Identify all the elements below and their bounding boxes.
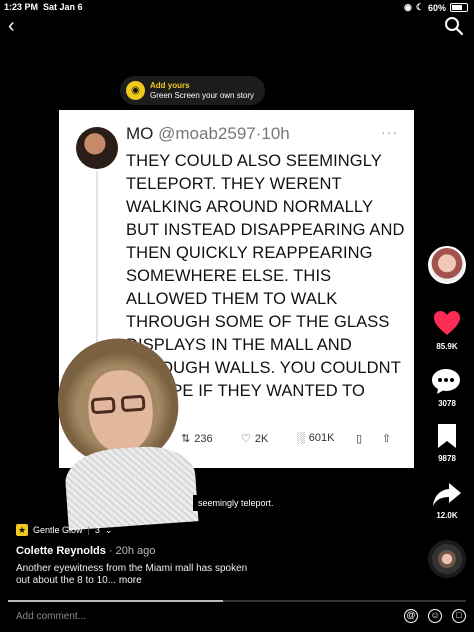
comment-count: 3078 (438, 399, 456, 408)
like-count: 85.9K (436, 342, 458, 351)
views-icon: ░ (297, 432, 305, 444)
effect-tag[interactable]: ★ Gentle Glow | 3 ⌄ (16, 524, 112, 536)
upload-icon: ⇧ (382, 433, 392, 445)
tweet-time: ·10h (255, 124, 290, 143)
status-bar: 1:23 PM Sat Jan 6 ◉ ☾ 60% (0, 0, 474, 14)
more-link[interactable]: more (119, 575, 142, 586)
tweet-handle: @moab2597 (158, 124, 256, 143)
add-comment-input[interactable]: Add comment... (16, 611, 86, 622)
add-yours-banner[interactable]: ◉ Add yours Green Screen your own story (120, 76, 265, 105)
video-progress-bar[interactable] (8, 600, 466, 602)
more-options-icon: ··· (381, 124, 398, 140)
add-yours-subtitle: Green Screen your own story (150, 91, 255, 100)
sparkle-icon: ★ (16, 524, 28, 536)
tweet-views: ░ 601K (297, 432, 335, 444)
tweet-likes: ♡ 2K (241, 432, 269, 446)
comment-icon[interactable] (431, 367, 461, 395)
add-yours-title: Add yours (150, 81, 190, 90)
camera-icon: ◉ (126, 81, 145, 100)
post-age: · 20h ago (108, 545, 156, 557)
video-caption: seemingly teleport. (193, 495, 279, 511)
gift-icon[interactable]: □ (452, 609, 466, 623)
effect-count: 3 (94, 525, 100, 535)
back-chevron-icon[interactable]: ‹ (8, 16, 15, 36)
creator-avatar[interactable] (428, 246, 466, 284)
tweet-avatar (76, 127, 118, 169)
progress-fill (8, 600, 224, 602)
author-line[interactable]: Colette Reynolds · 20h ago (16, 545, 155, 557)
sound-disc-icon[interactable] (428, 540, 466, 578)
wifi-icon: ◉ (404, 2, 412, 12)
status-icons: ◉ ☾ 60% (404, 2, 468, 13)
mention-icon[interactable]: @ (404, 609, 418, 623)
share-arrow-icon[interactable] (432, 481, 462, 507)
creator-green-screen-video (53, 334, 199, 531)
chevron-down-icon: ⌄ (104, 524, 113, 535)
author-name[interactable]: Colette Reynolds (16, 545, 106, 557)
effect-name: Gentle Glow (33, 525, 83, 535)
share-count: 12.0K (436, 511, 458, 520)
moon-icon: ☾ (415, 2, 424, 12)
bookmark-outline-icon: ▯ (356, 433, 363, 445)
comment-bar: Add comment... @ ☺ □ (0, 604, 474, 632)
comment-bar-icons: @ ☺ □ (404, 609, 466, 623)
search-icon[interactable] (444, 16, 464, 36)
battery-percent: 60% (427, 2, 446, 13)
like-heart-icon[interactable] (433, 310, 461, 336)
heart-outline-icon: ♡ (241, 433, 251, 445)
tweet-header: MO @moab2597·10h (126, 124, 290, 144)
bookmark-icon[interactable] (436, 422, 458, 450)
save-count: 9878 (438, 454, 456, 463)
battery-icon (450, 3, 468, 12)
tweet-name: MO (126, 124, 154, 143)
emoji-icon[interactable]: ☺ (428, 609, 442, 623)
video-description: Another eyewitness from the Miami mall h… (16, 563, 256, 587)
status-time: 1:23 PM Sat Jan 6 (4, 2, 83, 12)
